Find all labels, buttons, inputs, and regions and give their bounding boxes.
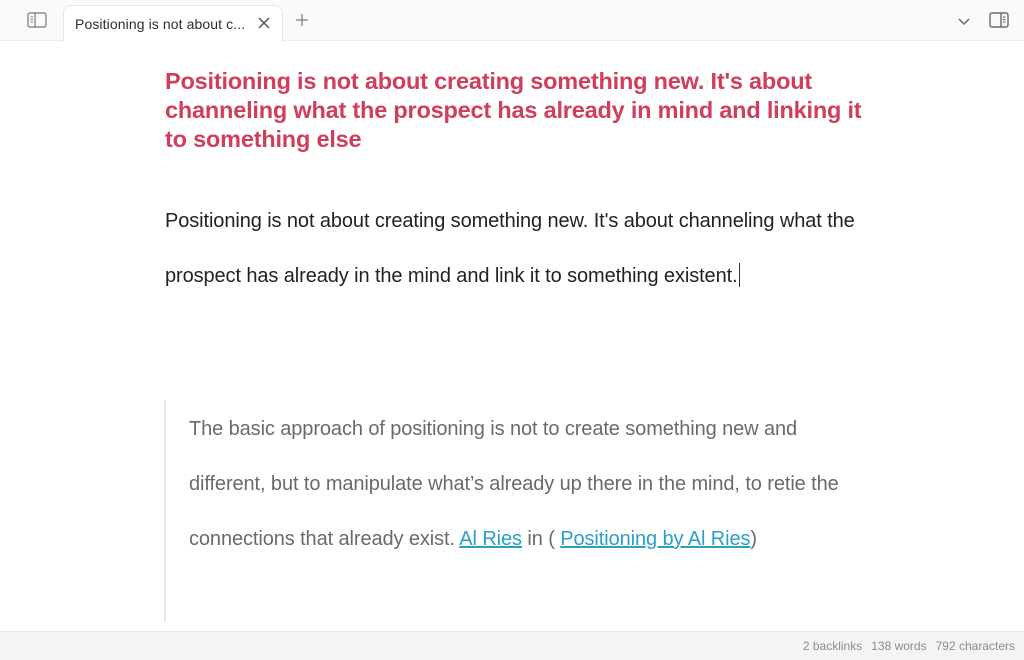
blockquote[interactable]: The basic approach of positioning is not… [164, 400, 854, 622]
tab-list-button[interactable] [952, 10, 976, 32]
quote-connector: in ( [521, 528, 555, 550]
note-body-paragraph[interactable]: Positioning is not about creating someth… [165, 194, 855, 304]
left-sidebar-toggle-button[interactable] [24, 9, 50, 31]
tab-bar: Positioning is not about c... [0, 0, 1024, 42]
chevron-down-icon [958, 18, 970, 26]
character-count: 792 characters [935, 639, 1015, 653]
body-text: Positioning is not about creating someth… [165, 210, 855, 287]
tab-note[interactable]: Positioning is not about c... [63, 5, 283, 42]
text-cursor [738, 263, 740, 287]
right-sidebar-toggle-button[interactable] [986, 9, 1012, 31]
tab-close-button[interactable] [255, 14, 273, 32]
close-icon [258, 17, 270, 29]
right-sidebar-icon [989, 12, 1009, 28]
quote-text: The basic approach of positioning is not… [189, 402, 854, 567]
plus-icon [296, 14, 308, 26]
author-link[interactable]: Al Ries [459, 528, 522, 550]
quote-closing: ) [750, 528, 757, 550]
status-bar: 2 backlinks 138 words 792 characters [0, 631, 1024, 660]
source-link[interactable]: Positioning by Al Ries [560, 528, 750, 550]
left-sidebar-icon [27, 12, 47, 28]
note-title[interactable]: Positioning is not about creating someth… [165, 67, 865, 154]
word-count: 138 words [871, 639, 927, 653]
backlinks-count[interactable]: 2 backlinks [803, 639, 862, 653]
new-tab-button[interactable] [290, 8, 314, 32]
tab-title: Positioning is not about c... [75, 16, 246, 32]
